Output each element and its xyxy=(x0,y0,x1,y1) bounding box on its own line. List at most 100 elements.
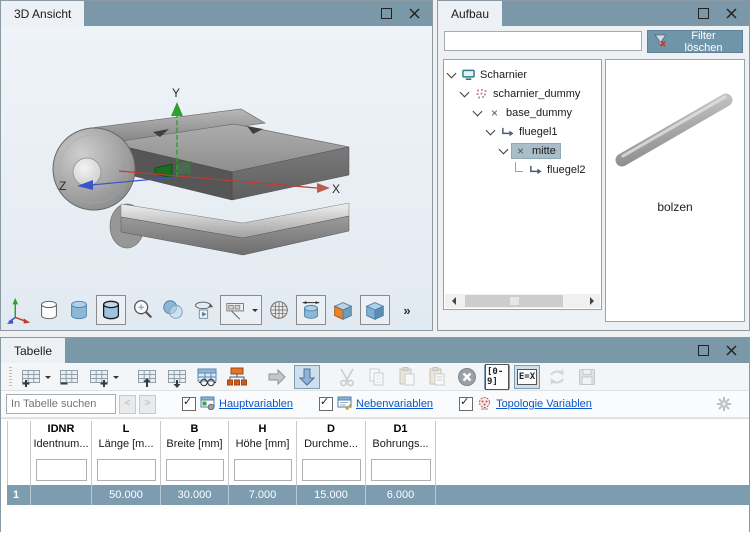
checkbox-checked[interactable] xyxy=(319,397,333,411)
column-header-D[interactable]: D xyxy=(297,421,366,437)
rotate-view-button[interactable] xyxy=(190,297,216,324)
column-filter-input-D[interactable] xyxy=(302,459,361,481)
window-title-3d: 3D Ansicht xyxy=(14,7,71,21)
table-search-input[interactable] xyxy=(6,394,116,414)
cell-L[interactable]: 50.000 xyxy=(92,485,161,505)
expand-chevron-icon[interactable] xyxy=(447,68,457,78)
display-shaded-button[interactable] xyxy=(66,297,92,324)
display-transparent-button[interactable] xyxy=(160,297,186,324)
cell-D[interactable]: 15.000 xyxy=(297,485,366,505)
copy-button xyxy=(364,365,390,389)
viewport-3d[interactable]: X Z Y » xyxy=(1,26,432,330)
row-number[interactable]: 1 xyxy=(7,485,31,505)
transfer-right-button[interactable] xyxy=(264,365,290,389)
column-header-H[interactable]: H xyxy=(229,421,297,437)
filter-clear-button[interactable]: Filter löschen xyxy=(647,30,743,53)
checkbox-checked[interactable] xyxy=(182,397,196,411)
section-view-button[interactable] xyxy=(330,297,356,324)
window-3d-ansicht: 3D Ansicht xyxy=(0,0,433,331)
formula-view-button[interactable]: E=X xyxy=(514,365,540,389)
delete-row-button[interactable] xyxy=(56,365,82,389)
display-shaded-edges-button[interactable] xyxy=(96,295,126,325)
display-dimensions-button[interactable] xyxy=(296,295,326,325)
variable-filter-groups: Hauptvariablen Nebenvariablen Topologie Va… xyxy=(156,396,592,413)
link-topologie-variablen[interactable]: Topologie Variablen xyxy=(496,398,592,410)
expand-chevron-icon[interactable] xyxy=(486,125,496,135)
move-row-up-button[interactable] xyxy=(134,365,160,389)
table-overview-button[interactable] xyxy=(194,365,220,389)
table-settings-gear-icon[interactable] xyxy=(716,396,733,413)
variable-filter-1: Hauptvariablen xyxy=(182,396,293,413)
cell-D1[interactable]: 6.000 xyxy=(366,485,436,505)
column-filter-input-IDNR[interactable] xyxy=(36,459,87,481)
tree-item-fluegel1[interactable]: fluegel1 xyxy=(444,122,601,141)
transfer-down-button[interactable] xyxy=(294,365,320,389)
numeric-format-button[interactable]: [0-9] xyxy=(484,365,510,389)
maximize-icon[interactable] xyxy=(377,5,395,23)
tree-item-base_dummy[interactable]: ×base_dummy xyxy=(444,103,601,122)
titlebar-tabelle: Tabelle xyxy=(1,338,749,363)
orientation-axes-icon xyxy=(6,297,32,324)
scrollbar-track[interactable] xyxy=(460,294,585,308)
column-header-B[interactable]: B xyxy=(161,421,229,437)
close-icon[interactable] xyxy=(722,5,740,23)
checkbox-checked[interactable] xyxy=(459,397,473,411)
move-row-down-button[interactable] xyxy=(164,365,190,389)
maximize-icon[interactable] xyxy=(694,342,712,360)
titlebar-drag-area[interactable] xyxy=(502,1,694,26)
link-nebenvariablen[interactable]: Nebenvariablen xyxy=(356,398,433,410)
column-filter-input-D1[interactable] xyxy=(371,459,431,481)
maximize-icon[interactable] xyxy=(694,5,712,23)
table-row-1[interactable]: 1 50.00030.0007.00015.0006.000 xyxy=(7,485,749,505)
titlebar-drag-area[interactable] xyxy=(65,338,694,363)
insert-column-button[interactable] xyxy=(86,365,120,389)
clear-selection-button[interactable] xyxy=(454,365,480,389)
window-tabelle: Tabelle [0-9]E=X < > Hauptvariablen Neben… xyxy=(0,337,750,532)
search-next-button[interactable]: > xyxy=(139,395,156,414)
scroll-left-icon[interactable] xyxy=(445,294,460,308)
part-preview-panel[interactable]: bolzen xyxy=(605,59,745,322)
display-mesh-button[interactable] xyxy=(266,297,292,324)
column-filter-input-B[interactable] xyxy=(166,459,224,481)
numeric-format-icon: [0-9] xyxy=(485,364,509,390)
tree-item-Scharnier[interactable]: Scharnier xyxy=(444,65,601,84)
cell-B[interactable]: 30.000 xyxy=(161,485,229,505)
cell-H[interactable]: 7.000 xyxy=(229,485,297,505)
titlebar-drag-area[interactable] xyxy=(84,1,377,26)
variable-filter-3: Topologie Variablen xyxy=(459,396,592,413)
tree-item-label: fluegel1 xyxy=(519,126,558,138)
scroll-right-icon[interactable] xyxy=(585,294,600,308)
tab-3d-ansicht[interactable]: 3D Ansicht xyxy=(1,1,84,26)
column-filter-input-L[interactable] xyxy=(97,459,156,481)
hierarchy-view-button[interactable] xyxy=(224,365,250,389)
tree-item-fluegel2[interactable]: fluegel2 xyxy=(444,160,601,179)
zoom-fit-button[interactable] xyxy=(130,297,156,324)
tab-aufbau[interactable]: Aufbau xyxy=(438,1,502,26)
expand-chevron-icon[interactable] xyxy=(473,106,483,116)
scrollbar-thumb[interactable] xyxy=(465,295,563,307)
row-number-header xyxy=(7,437,31,454)
tree-item-scharnier_dummy[interactable]: scharnier_dummy xyxy=(444,84,601,103)
expand-chevron-icon[interactable] xyxy=(460,87,470,97)
structure-filter-input[interactable] xyxy=(444,31,642,51)
close-icon[interactable] xyxy=(722,342,740,360)
column-header-IDNR[interactable]: IDNR xyxy=(31,421,92,437)
solid-view-button[interactable] xyxy=(360,295,390,325)
column-header-L[interactable]: L xyxy=(92,421,161,437)
tree-item-mitte[interactable]: ×mitte xyxy=(444,141,601,160)
column-filter-input-H[interactable] xyxy=(234,459,292,481)
display-wireframe-button[interactable] xyxy=(36,297,62,324)
column-header-D1[interactable]: D1 xyxy=(366,421,436,437)
tree-horizontal-scrollbar[interactable] xyxy=(445,294,600,308)
close-icon[interactable] xyxy=(405,5,423,23)
link-hauptvariablen[interactable]: Hauptvariablen xyxy=(219,398,293,410)
measure-tool-button[interactable] xyxy=(220,295,262,325)
expand-chevron-icon[interactable] xyxy=(499,144,509,154)
tab-tabelle[interactable]: Tabelle xyxy=(1,338,65,363)
search-prev-button[interactable]: < xyxy=(119,395,136,414)
cell-IDNR[interactable] xyxy=(31,485,92,505)
column-filter-cell xyxy=(229,454,297,485)
add-row-button[interactable] xyxy=(18,365,52,389)
toolbar-overflow-button[interactable]: » xyxy=(394,297,420,324)
axis-label-z: Z xyxy=(59,179,66,193)
